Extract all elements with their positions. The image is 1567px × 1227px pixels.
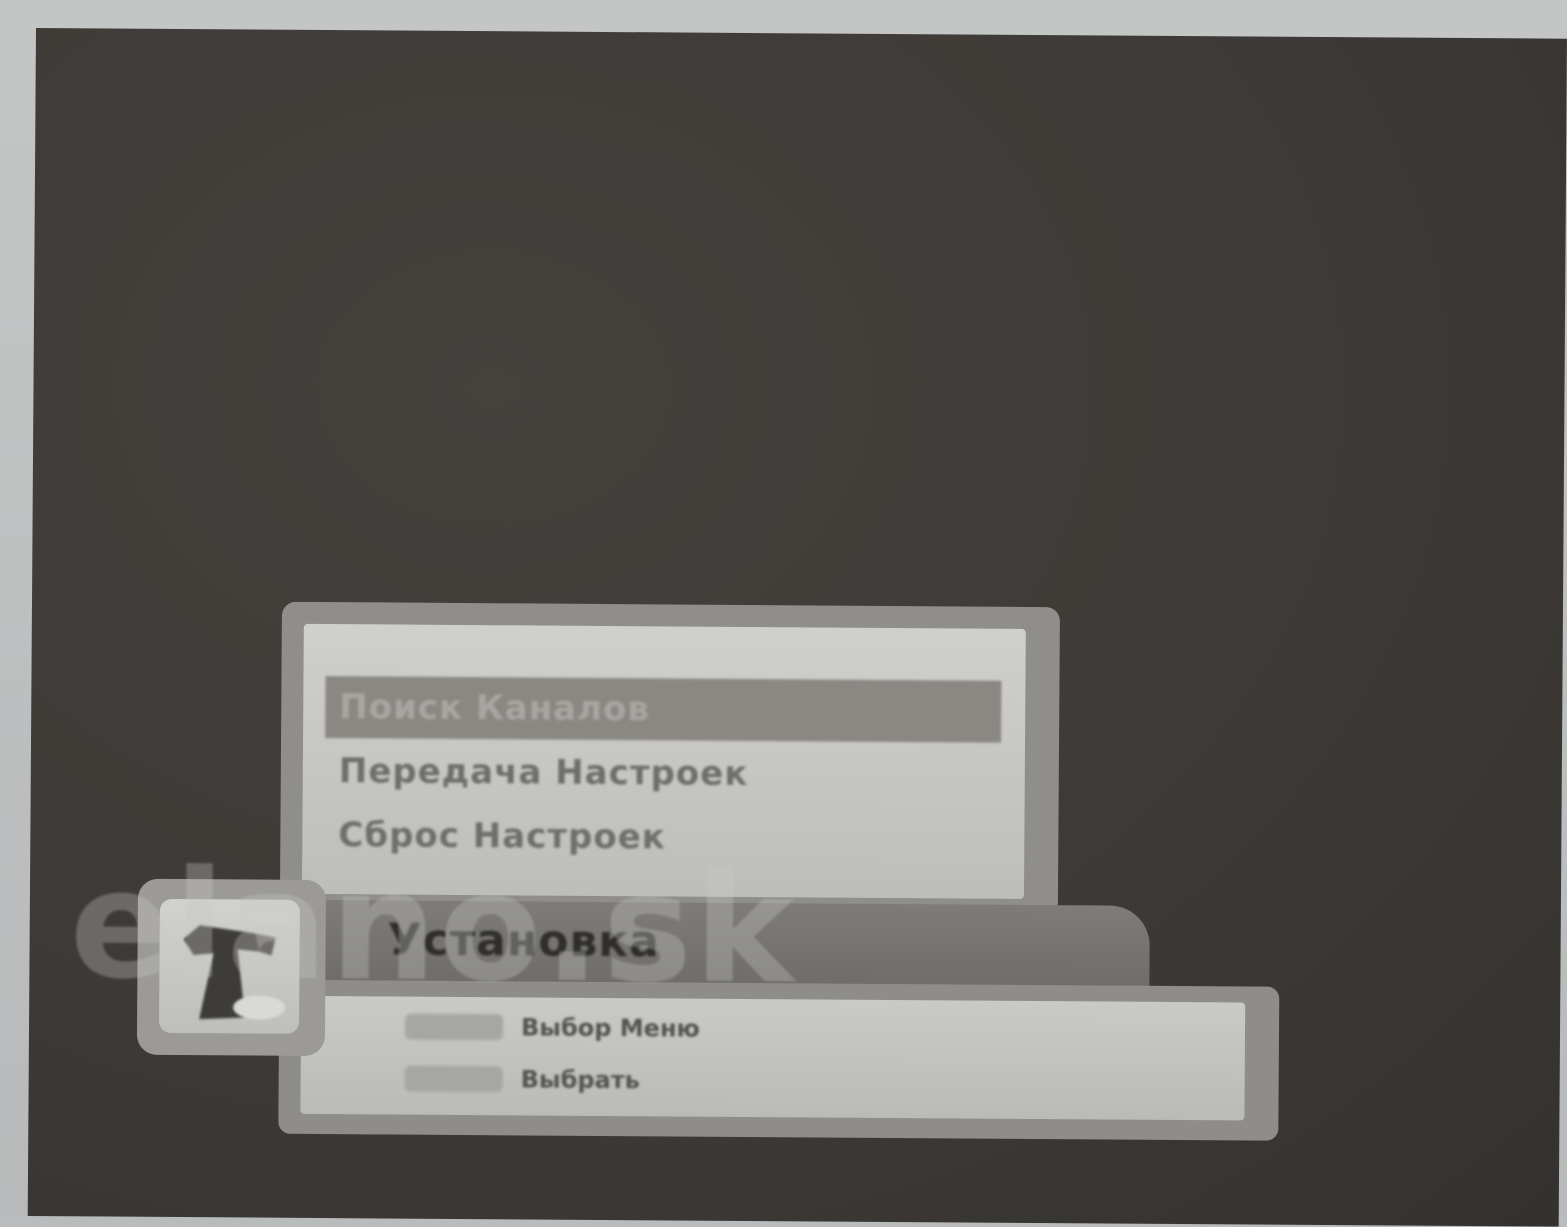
hint-label: Выбрать [520, 1065, 640, 1095]
category-icon-box [136, 878, 327, 1057]
hint-list: Выбор Меню Выбрать [300, 995, 1246, 1121]
menu-item-settings-transfer[interactable]: Передача Настроек [325, 740, 1001, 807]
hint-row-select-menu: Выбор Меню [404, 1007, 700, 1049]
menu-list: Поиск Каналов Передача Настроек Сброс На… [301, 623, 1026, 899]
installation-tool-icon [183, 925, 286, 1020]
page-title: Установка [387, 914, 661, 968]
menu-panel: Поиск Каналов Передача Настроек Сброс На… [279, 601, 1060, 918]
tv-screen: Поиск Каналов Передача Настроек Сброс На… [27, 28, 1567, 1227]
hint-row-select: Выбрать [404, 1059, 640, 1101]
hint-panel: Выбор Меню Выбрать [278, 979, 1280, 1141]
menu-item-settings-reset[interactable]: Сброс Настроек [324, 804, 1000, 871]
menu-item-channel-search[interactable]: Поиск Каналов [325, 676, 1002, 743]
photo-background: Поиск Каналов Передача Настроек Сброс На… [0, 0, 1567, 1227]
ok-key-icon [404, 1065, 503, 1093]
navigation-keys-icon [404, 1013, 504, 1041]
hint-label: Выбор Меню [520, 1013, 700, 1043]
